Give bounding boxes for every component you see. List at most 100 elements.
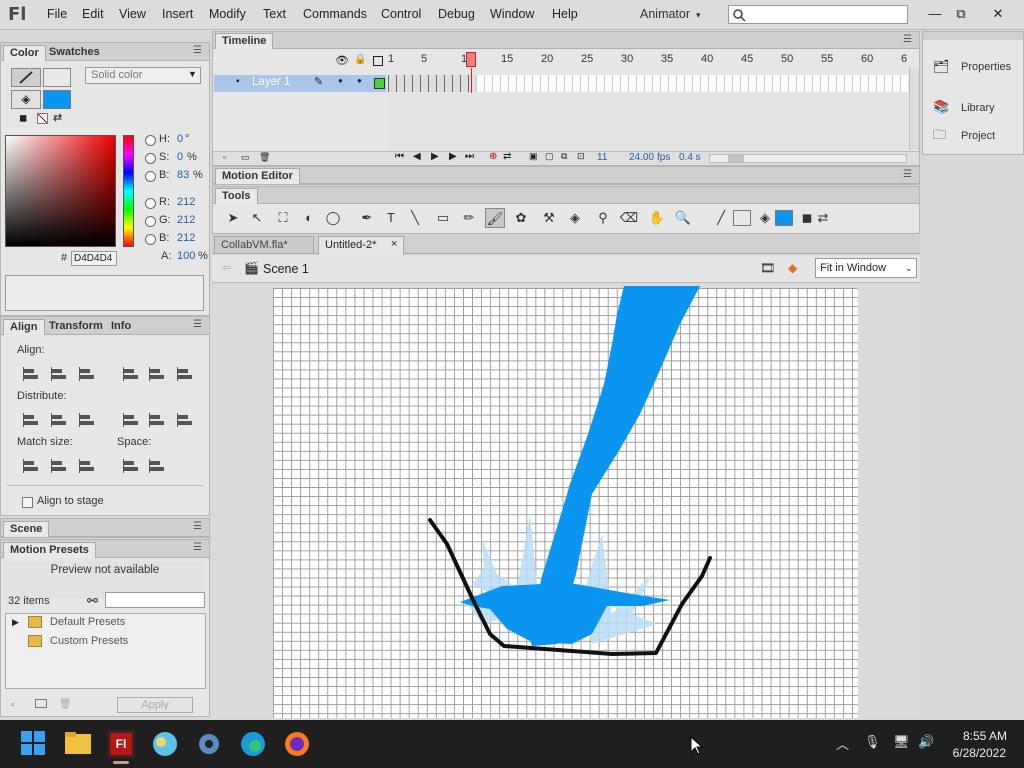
play-icon[interactable]: ▶ bbox=[431, 151, 439, 162]
subselection-tool-icon[interactable]: ↖ bbox=[247, 208, 267, 228]
weather-app-icon[interactable] bbox=[151, 730, 179, 758]
panel-menu-icon[interactable]: ☰ bbox=[193, 542, 202, 553]
lock-icon[interactable]: 🔒 bbox=[354, 54, 366, 65]
list-item[interactable]: Default Presets bbox=[50, 616, 125, 628]
align-top-icon[interactable] bbox=[121, 365, 139, 381]
distribute-top-icon[interactable] bbox=[21, 411, 39, 427]
go-last-icon[interactable]: ⏭ bbox=[465, 151, 474, 162]
new-folder-icon[interactable] bbox=[35, 699, 47, 708]
distribute-left-icon[interactable] bbox=[121, 411, 139, 427]
swap-colors-icon[interactable]: ⇄ bbox=[53, 111, 62, 124]
edit-symbols-icon[interactable]: ◆ bbox=[788, 261, 797, 275]
back-arrow-icon[interactable]: ⇦ bbox=[222, 261, 231, 274]
new-folder-icon[interactable]: ▭ bbox=[241, 152, 250, 163]
blue-value[interactable]: 212 bbox=[177, 232, 195, 244]
onion-skin-icon[interactable]: ▣ bbox=[529, 151, 538, 162]
match-height-icon[interactable] bbox=[49, 457, 67, 473]
rectangle-tool-icon[interactable]: ▭ bbox=[433, 208, 453, 228]
edit-multiple-icon[interactable]: ⧉ bbox=[561, 151, 567, 162]
close-tab-icon[interactable]: × bbox=[391, 238, 397, 250]
radio-b[interactable] bbox=[145, 171, 156, 182]
layer-name[interactable]: Layer 1 bbox=[252, 76, 290, 88]
stroke-color-pencil-icon[interactable]: ╱ bbox=[711, 208, 731, 228]
volume-icon[interactable]: 🔊 bbox=[918, 734, 934, 750]
tab-untitled-2[interactable]: Untitled-2* × bbox=[318, 236, 404, 255]
free-transform-icon[interactable]: ⛶ bbox=[273, 208, 293, 228]
tab-timeline[interactable]: Timeline bbox=[215, 33, 274, 49]
g-value[interactable]: 212 bbox=[177, 214, 195, 226]
menu-text[interactable]: Text bbox=[263, 7, 286, 21]
fill-bucket-icon[interactable]: ◈ bbox=[11, 90, 41, 109]
align-left-icon[interactable] bbox=[21, 365, 39, 381]
zoom-tool-icon[interactable]: 🔍 bbox=[673, 208, 693, 228]
radio-b2[interactable] bbox=[145, 234, 156, 245]
hue-slider[interactable] bbox=[123, 135, 134, 247]
eye-icon[interactable]: 👁 bbox=[335, 54, 349, 67]
menu-commands[interactable]: Commands bbox=[303, 7, 367, 21]
stage-area[interactable] bbox=[212, 284, 920, 718]
bone-tool-icon[interactable]: ⚒ bbox=[539, 208, 559, 228]
space-vertical-icon[interactable] bbox=[121, 457, 139, 473]
new-layer-icon[interactable]: ▫ bbox=[223, 152, 226, 162]
radio-r[interactable] bbox=[145, 198, 156, 209]
windows-start-icon[interactable] bbox=[20, 730, 48, 758]
step-forward-icon[interactable]: ▶ bbox=[449, 151, 457, 162]
alpha-value[interactable]: 100 bbox=[177, 250, 195, 262]
pencil-tool-icon[interactable]: ✏ bbox=[459, 208, 479, 228]
fill-bucket-small-icon[interactable]: ◈ bbox=[755, 208, 775, 228]
paint-bucket-icon[interactable]: ◈ bbox=[565, 208, 585, 228]
panel-menu-icon[interactable]: ☰ bbox=[903, 169, 912, 180]
search-input[interactable] bbox=[728, 5, 908, 24]
pen-tool-icon[interactable]: ✒ bbox=[357, 208, 377, 228]
keyframes[interactable] bbox=[388, 75, 476, 92]
zoom-select[interactable]: Fit in Window ⌄ bbox=[815, 258, 917, 278]
default-colors-icon[interactable]: ◼ bbox=[19, 113, 27, 124]
settings-gear-icon[interactable] bbox=[195, 730, 223, 758]
match-width-icon[interactable] bbox=[21, 457, 39, 473]
center-frame-icon[interactable]: ⊕ bbox=[489, 151, 497, 162]
space-horizontal-icon[interactable] bbox=[147, 457, 165, 473]
firefox-icon[interactable] bbox=[283, 730, 311, 758]
radio-h[interactable] bbox=[145, 135, 156, 146]
preset-search-input[interactable] bbox=[105, 592, 205, 608]
go-first-icon[interactable]: ⏮ bbox=[395, 151, 404, 162]
deco-tool-icon[interactable]: ✿ bbox=[511, 208, 531, 228]
panel-menu-icon[interactable]: ☰ bbox=[903, 34, 912, 45]
align-right-icon[interactable] bbox=[77, 365, 95, 381]
hand-tool-icon[interactable]: ✋ bbox=[647, 208, 667, 228]
tab-motion-presets[interactable]: Motion Presets bbox=[3, 542, 96, 558]
loop-icon[interactable]: ⇄ bbox=[503, 151, 511, 162]
new-preset-icon[interactable]: ▫ bbox=[11, 700, 15, 711]
panel-menu-icon[interactable]: ☰ bbox=[193, 45, 202, 56]
menu-debug[interactable]: Debug bbox=[438, 7, 475, 21]
stroke-swatch[interactable] bbox=[733, 210, 751, 226]
list-item[interactable]: Custom Presets bbox=[50, 635, 128, 647]
hex-input[interactable]: D4D4D4 bbox=[71, 251, 117, 266]
align-vcenter-icon[interactable] bbox=[147, 365, 165, 381]
fps-value[interactable]: 24.00 bbox=[629, 152, 654, 163]
workspace-switcher[interactable]: Animator ▾ bbox=[640, 7, 701, 21]
onion-markers-icon[interactable]: ⊡ bbox=[577, 151, 585, 162]
fill-type-select[interactable]: Solid color ▼ bbox=[85, 67, 201, 84]
network-icon[interactable]: 🖥 bbox=[893, 734, 910, 750]
frames-strip[interactable] bbox=[388, 75, 908, 92]
3d-rotation-icon[interactable]: ◐ bbox=[299, 208, 319, 228]
text-tool-icon[interactable]: T bbox=[381, 208, 401, 228]
s-value[interactable]: 0 bbox=[177, 151, 183, 163]
panel-menu-icon[interactable]: ☰ bbox=[193, 319, 202, 330]
playhead-handle[interactable] bbox=[466, 52, 476, 67]
distribute-right-icon[interactable] bbox=[175, 411, 193, 427]
menu-insert[interactable]: Insert bbox=[162, 7, 193, 21]
tab-align[interactable]: Align bbox=[3, 319, 45, 335]
menu-file[interactable]: File bbox=[47, 7, 67, 21]
eyedropper-icon[interactable]: ⚲ bbox=[593, 208, 613, 228]
menu-modify[interactable]: Modify bbox=[209, 7, 246, 21]
distribute-bottom-icon[interactable] bbox=[77, 411, 95, 427]
radio-s[interactable] bbox=[145, 153, 156, 164]
h-value[interactable]: 0 bbox=[177, 133, 183, 145]
close-button[interactable]: ✕ bbox=[983, 2, 1013, 26]
align-to-stage-checkbox[interactable] bbox=[22, 497, 33, 508]
tab-scene[interactable]: Scene bbox=[3, 521, 50, 537]
library-tab[interactable]: Library bbox=[961, 102, 995, 114]
match-both-icon[interactable] bbox=[77, 457, 95, 473]
